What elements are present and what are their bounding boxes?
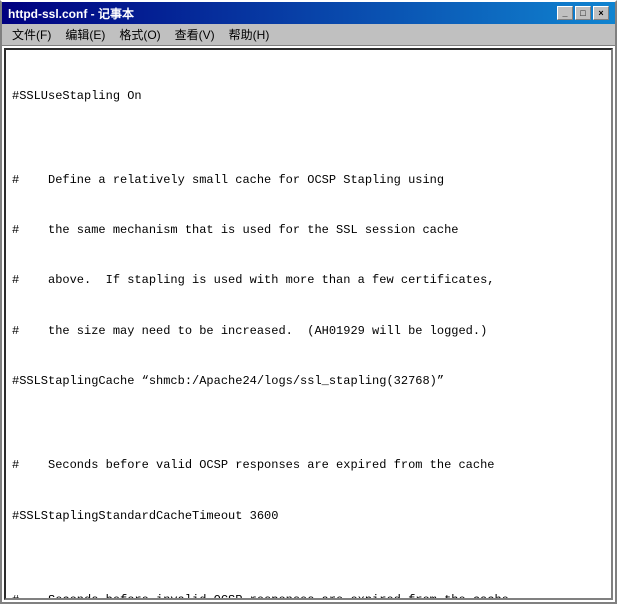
menu-edit[interactable]: 编辑(E) <box>59 24 111 45</box>
window-title: httpd-ssl.conf - 记事本 <box>8 5 134 22</box>
window-controls: _ □ × <box>557 6 609 20</box>
menu-bar: 文件(F) 编辑(E) 格式(O) 查看(V) 帮助(H) <box>2 24 615 46</box>
line-12: # Seconds before invalid OCSP responses … <box>12 592 605 601</box>
line-10: #SSLStaplingStandardCacheTimeout 3600 <box>12 508 605 525</box>
line-6: # the size may need to be increased. (AH… <box>12 323 605 340</box>
menu-view[interactable]: 查看(V) <box>169 24 221 45</box>
line-7: #SSLStaplingCache “shmcb:/Apache24/logs/… <box>12 373 605 390</box>
minimize-button[interactable]: _ <box>557 6 573 20</box>
menu-help[interactable]: 帮助(H) <box>223 24 276 45</box>
line-4: # the same mechanism that is used for th… <box>12 222 605 239</box>
code-content: #SSLUseStapling On # Define a relatively… <box>12 54 605 600</box>
line-5: # above. If stapling is used with more t… <box>12 272 605 289</box>
line-9: # Seconds before valid OCSP responses ar… <box>12 457 605 474</box>
maximize-button[interactable]: □ <box>575 6 591 20</box>
text-content-area[interactable]: #SSLUseStapling On # Define a relatively… <box>4 48 613 600</box>
close-button[interactable]: × <box>593 6 609 20</box>
line-1: #SSLUseStapling On <box>12 88 605 105</box>
menu-format[interactable]: 格式(O) <box>113 24 166 45</box>
main-window: httpd-ssl.conf - 记事本 _ □ × 文件(F) 编辑(E) 格… <box>0 0 617 604</box>
line-3: # Define a relatively small cache for OC… <box>12 172 605 189</box>
menu-file[interactable]: 文件(F) <box>6 24 57 45</box>
title-bar: httpd-ssl.conf - 记事本 _ □ × <box>2 2 615 24</box>
